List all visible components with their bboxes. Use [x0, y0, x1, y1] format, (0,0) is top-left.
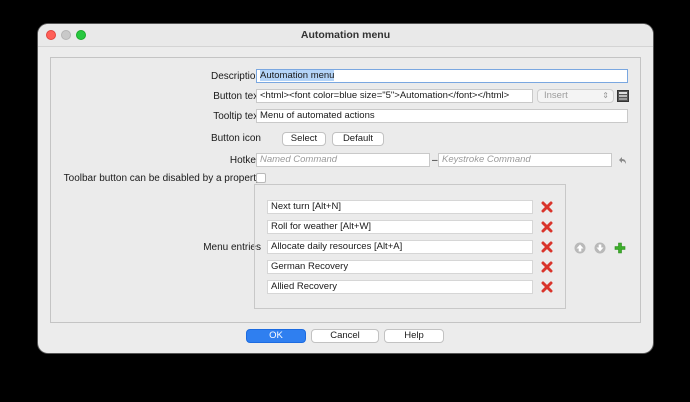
menu-entries-label: Menu entries: [203, 242, 261, 253]
title-bar: Automation menu: [38, 24, 653, 47]
description-input[interactable]: Automation menu: [256, 69, 628, 83]
menu-entries-list: Next turn [Alt+N] Roll for weather [Alt+…: [254, 184, 566, 309]
cancel-button[interactable]: Cancel: [311, 329, 379, 343]
window-title: Automation menu: [300, 29, 391, 41]
menu-entry[interactable]: Next turn [Alt+N]: [267, 200, 533, 214]
delete-entry-icon[interactable]: [541, 221, 553, 233]
toolbar-disable-label: Toolbar button can be disabled by a prop…: [63, 173, 261, 184]
named-command-input[interactable]: Named Command: [256, 153, 430, 167]
color-picker-icon[interactable]: [617, 90, 629, 102]
undo-icon[interactable]: [616, 154, 628, 166]
delete-entry-icon[interactable]: [541, 201, 553, 213]
move-down-icon[interactable]: [594, 242, 606, 254]
toolbar-disable-checkbox[interactable]: [256, 173, 266, 183]
button-icon-label: Button icon: [210, 133, 261, 144]
properties-panel: Description Automation menu Button text …: [50, 57, 641, 323]
default-icon-button[interactable]: Default: [332, 132, 384, 146]
menu-entry[interactable]: Allocate daily resources [Alt+A]: [267, 240, 533, 254]
select-icon-button[interactable]: Select: [282, 132, 326, 146]
menu-entry[interactable]: German Recovery: [267, 260, 533, 274]
move-up-icon[interactable]: [574, 242, 586, 254]
keystroke-command-input[interactable]: Keystroke Command: [438, 153, 612, 167]
delete-entry-icon[interactable]: [541, 261, 553, 273]
automation-menu-dialog: Automation menu Description Automation m…: [38, 24, 653, 353]
menu-entry[interactable]: Roll for weather [Alt+W]: [267, 220, 533, 234]
tooltip-text-input[interactable]: Menu of automated actions: [256, 109, 628, 123]
delete-entry-icon[interactable]: [541, 241, 553, 253]
button-text-input[interactable]: <html><font color=blue size="5">Automati…: [256, 89, 533, 103]
chevron-updown-icon: ⇕: [602, 91, 609, 100]
ok-button[interactable]: OK: [246, 329, 306, 343]
insert-select[interactable]: Insert ⇕: [537, 89, 614, 103]
add-entry-icon[interactable]: [614, 242, 626, 254]
menu-entry[interactable]: Allied Recovery: [267, 280, 533, 294]
tooltip-text-label: Tooltip text: [213, 111, 261, 122]
delete-entry-icon[interactable]: [541, 281, 553, 293]
description-label: Description: [210, 71, 261, 82]
help-button[interactable]: Help: [384, 329, 444, 343]
button-text-label: Button text: [213, 91, 261, 102]
hotkey-separator: –: [432, 155, 438, 166]
